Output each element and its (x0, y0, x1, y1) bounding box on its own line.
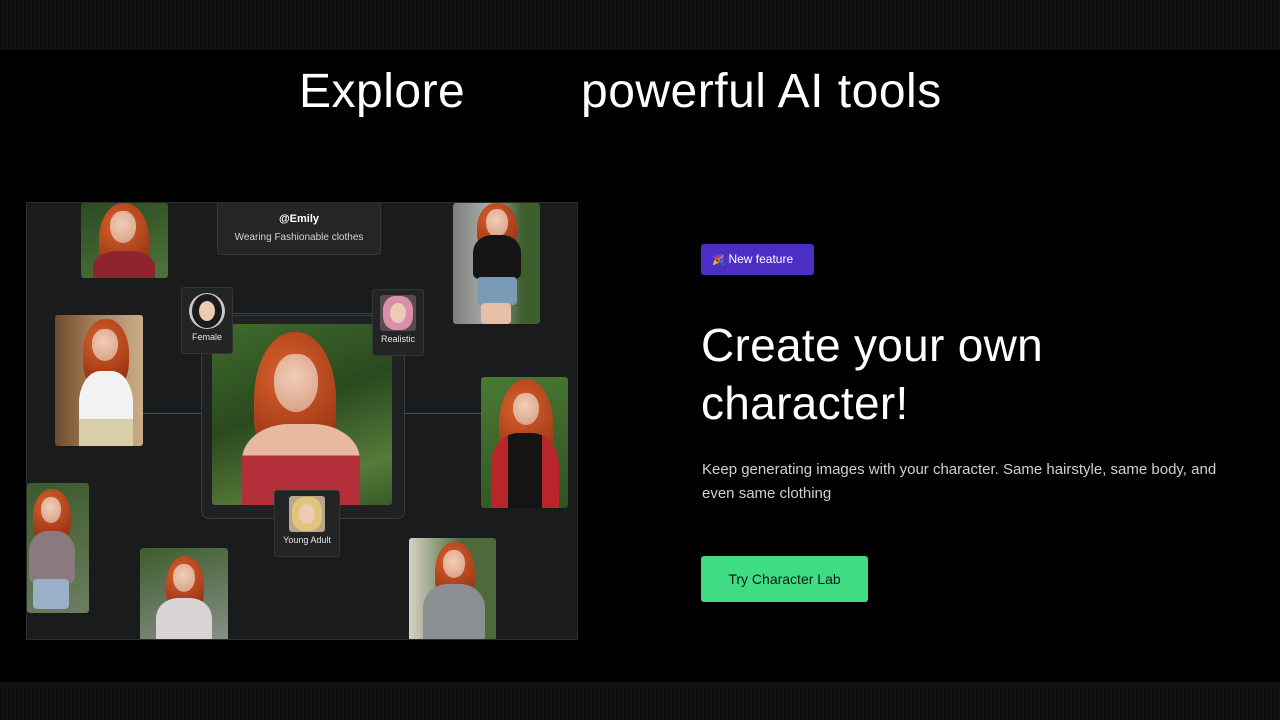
character-name-card: @Emily Wearing Fashionable clothes (217, 203, 381, 255)
feature-title: Create your own character! (701, 316, 1221, 432)
section-headline: Explore powerful AI tools (0, 64, 1280, 120)
photo-red-jacket (481, 377, 568, 508)
try-character-lab-button[interactable]: Try Character Lab (701, 556, 868, 602)
young-adult-avatar (289, 496, 325, 532)
bottom-noise-band (0, 682, 1280, 720)
chip-gender: Female (181, 287, 233, 354)
feature-description: Keep generating images with your charact… (702, 461, 1217, 502)
feature-title-line1: Create your own (701, 319, 1043, 371)
photo-hoodie (409, 538, 496, 639)
photo-red-top (81, 203, 168, 278)
photo-black-tee (453, 203, 540, 324)
top-noise-band (0, 0, 1280, 50)
character-description: Wearing Fashionable clothes (234, 232, 364, 243)
photo-grey-tee (140, 548, 228, 639)
female-avatar (189, 293, 225, 329)
badge-label: New feature (728, 252, 794, 266)
connector-line-right (403, 413, 481, 414)
new-feature-badge: 🎉 New feature (701, 244, 814, 275)
chip-style: Realistic (372, 289, 424, 356)
photo-cardigan (27, 483, 89, 613)
character-name: @Emily (278, 213, 320, 225)
chip-gender-label: Female (191, 332, 222, 342)
party-popper-icon: 🎉 (712, 255, 725, 266)
photo-white-shirt (55, 315, 143, 446)
chip-age-label: Young Adult (283, 535, 331, 545)
feature-title-line2: character! (701, 377, 909, 429)
character-collage: @Emily Wearing Fashionable clothes Femal… (26, 202, 578, 640)
chip-style-label: Realistic (380, 334, 415, 344)
headline-word-explore: Explore (299, 65, 466, 118)
connector-line-left (143, 413, 203, 414)
chip-age: Young Adult (274, 490, 340, 557)
realistic-avatar (380, 295, 416, 331)
main-character-photo (212, 324, 392, 505)
headline-phrase-tools: powerful AI tools (581, 65, 942, 118)
